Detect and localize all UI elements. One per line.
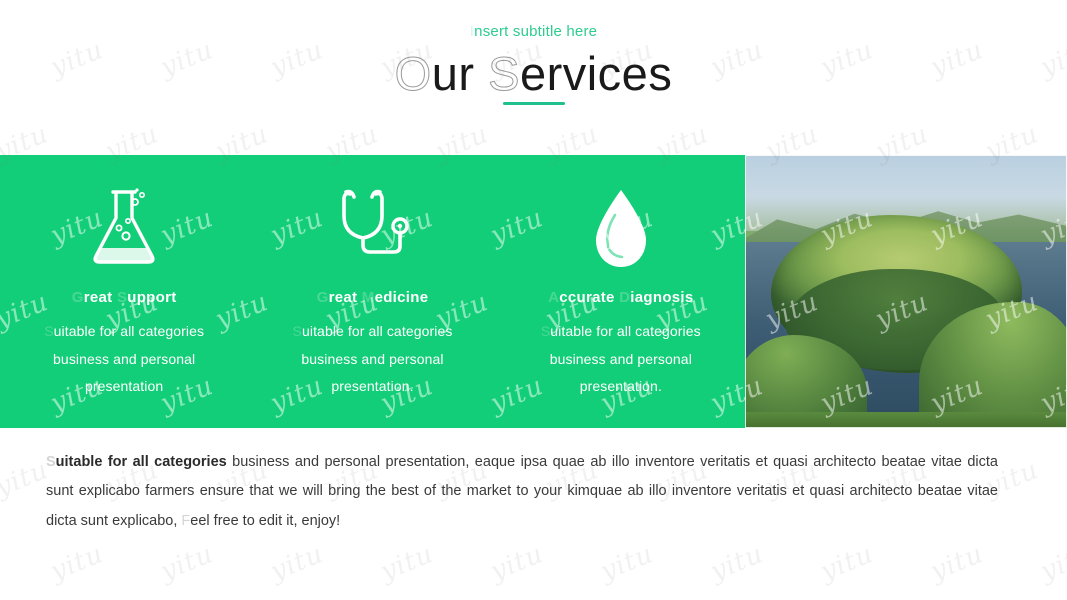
body-tail-initial: F bbox=[181, 512, 191, 529]
slide-header: Insert subtitle here Our Services bbox=[0, 0, 1067, 155]
title-underline-rule bbox=[502, 102, 565, 105]
card-title-initial: A bbox=[548, 289, 560, 306]
title-text-services: ervices bbox=[519, 47, 673, 100]
card-desc-text: uitable for all categories business and … bbox=[549, 323, 701, 395]
feature-card[interactable]: Accurate Diagnosis Suitable for all cate… bbox=[497, 155, 745, 428]
stethoscope-icon bbox=[330, 185, 414, 273]
card-desc-text: uitable for all categories business and … bbox=[301, 323, 453, 395]
card-title-initial: G bbox=[316, 289, 329, 306]
slide-subtitle: Insert subtitle here bbox=[0, 23, 1067, 40]
card-title-mid: ccurate bbox=[559, 289, 620, 306]
body-text-tail: eel free to edit it, enjoy! bbox=[190, 512, 341, 529]
card-desc-initial: S bbox=[292, 323, 302, 339]
card-title-end: upport bbox=[127, 289, 177, 306]
card-title-initial-2: M bbox=[361, 289, 375, 306]
feature-card[interactable]: Great Medicine Suitable for all categori… bbox=[248, 155, 496, 428]
photo-bottom-strip bbox=[745, 411, 1067, 428]
title-initial-s: S bbox=[488, 47, 520, 100]
card-title-mid: reat bbox=[328, 289, 362, 306]
feature-card-description: Suitable for all categories business and… bbox=[521, 318, 721, 401]
footer-whitespace bbox=[0, 548, 1067, 600]
card-desc-initial: S bbox=[540, 323, 551, 339]
feature-card-list: Great Support Suitable for all categorie… bbox=[0, 155, 745, 428]
card-desc-text: uitable for all categories business and … bbox=[53, 323, 205, 395]
watermark-text: yitu bbox=[0, 454, 53, 504]
card-title-mid: reat bbox=[83, 289, 117, 306]
feature-card-title: Accurate Diagnosis bbox=[548, 289, 693, 306]
card-title-initial: G bbox=[71, 289, 84, 306]
card-title-end: iagnosis bbox=[630, 289, 694, 306]
feature-card-description: Suitable for all categories business and… bbox=[272, 318, 472, 401]
water-drop-icon bbox=[590, 185, 652, 273]
feature-card[interactable]: Great Support Suitable for all categorie… bbox=[0, 155, 248, 428]
feature-card-description: Suitable for all categories business and… bbox=[24, 318, 224, 401]
card-title-initial-2: D bbox=[619, 289, 631, 306]
flask-icon bbox=[87, 185, 161, 273]
card-title-end: edicine bbox=[374, 289, 429, 306]
landscape-photo bbox=[745, 155, 1067, 428]
title-initial-o: O bbox=[394, 47, 432, 100]
card-desc-initial: S bbox=[44, 323, 54, 339]
body-paragraph: Suitable for all categories business and… bbox=[46, 448, 998, 536]
feature-card-title: Great Support bbox=[72, 289, 177, 306]
subtitle-text: nsert subtitle here bbox=[474, 23, 598, 40]
body-lead-initial: S bbox=[46, 454, 56, 470]
title-text-our: ur bbox=[431, 47, 489, 100]
page-title: Our Services bbox=[0, 47, 1067, 100]
feature-card-title: Great Medicine bbox=[317, 289, 429, 306]
slide-canvas: Insert subtitle here Our Services Great … bbox=[0, 0, 1067, 600]
body-lead-bold: uitable for all categories bbox=[55, 454, 227, 470]
card-title-initial-2: S bbox=[116, 289, 128, 306]
